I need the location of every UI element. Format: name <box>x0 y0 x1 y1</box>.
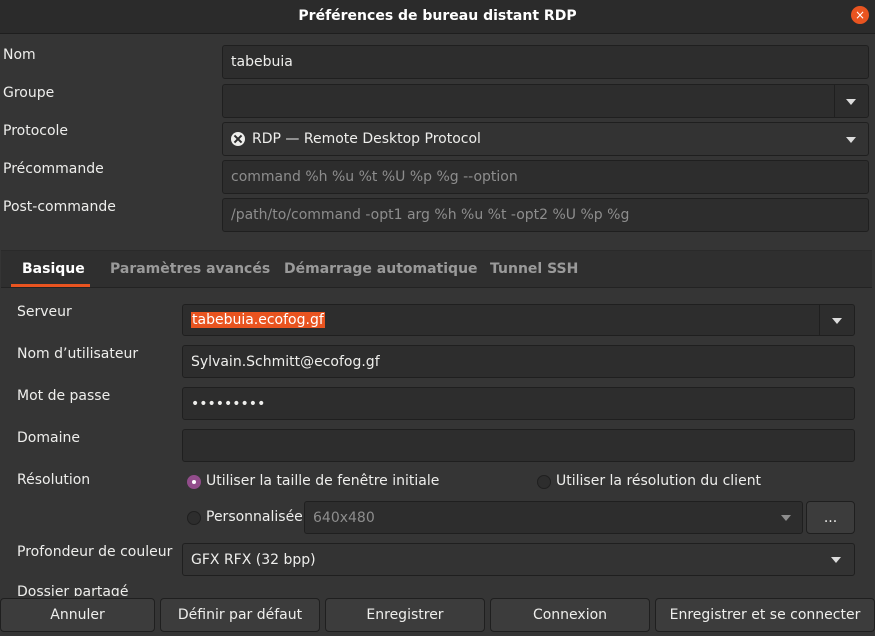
password-input[interactable]: ••••••••• <box>182 387 855 420</box>
shared-folder-label: Dossier partagé <box>17 584 129 596</box>
window-title: Préférences de bureau distant RDP <box>298 8 577 24</box>
resolution-initial-radio[interactable] <box>187 475 201 489</box>
rdp-protocol-icon <box>231 132 245 146</box>
username-input[interactable]: Sylvain.Schmitt@ecofog.gf <box>182 345 855 378</box>
resolution-initial-label[interactable]: Utiliser la taille de fenêtre initiale <box>206 473 439 489</box>
postcommand-placeholder: /path/to/command -opt1 arg %h %u %t -opt… <box>231 207 630 223</box>
chevron-down-icon[interactable] <box>846 137 856 143</box>
server-label: Serveur <box>17 304 72 320</box>
username-label: Nom d’utilisateur <box>17 346 139 362</box>
name-field[interactable]: tabebuia <box>222 45 869 79</box>
resolution-custom-label[interactable]: Personnalisée <box>206 509 303 525</box>
precommand-label: Précommande <box>3 161 104 177</box>
resolution-label: Résolution <box>17 472 91 488</box>
title-bar: Préférences de bureau distant RDP × <box>0 0 875 34</box>
tab-tunnel-ssh[interactable]: Tunnel SSH <box>490 261 578 277</box>
precommand-input[interactable]: command %h %u %t %U %p %g --option <box>222 160 869 194</box>
tab-bar: Basique Paramètres avancés Démarrage aut… <box>1 251 872 288</box>
resolution-client-label[interactable]: Utiliser la résolution du client <box>556 473 761 489</box>
set-default-button[interactable]: Définir par défaut <box>160 598 320 632</box>
tab-parametres-avances[interactable]: Paramètres avancés <box>110 261 270 277</box>
protocol-value: RDP — Remote Desktop Protocol <box>252 131 481 147</box>
save-and-connect-button[interactable]: Enregistrer et se connecter <box>655 598 875 632</box>
color-depth-combo[interactable]: GFX RFX (32 bpp) <box>182 543 855 576</box>
group-label: Groupe <box>3 85 55 101</box>
save-button[interactable]: Enregistrer <box>325 598 485 632</box>
connect-button[interactable]: Connexion <box>490 598 650 632</box>
postcommand-input[interactable]: /path/to/command -opt1 arg %h %u %t -opt… <box>222 198 869 232</box>
username-value: Sylvain.Schmitt@ecofog.gf <box>191 353 380 370</box>
chevron-down-icon[interactable] <box>831 557 841 563</box>
tab-basique[interactable]: Basique <box>22 261 85 277</box>
close-icon[interactable]: × <box>851 6 869 24</box>
name-value: tabebuia <box>231 54 293 70</box>
chevron-down-icon[interactable] <box>781 515 791 521</box>
cancel-button[interactable]: Annuler <box>0 598 155 632</box>
name-label: Nom <box>3 47 36 63</box>
postcommand-label: Post-commande <box>3 199 116 215</box>
group-combo-separator <box>834 85 835 117</box>
server-combo-separator <box>819 305 820 335</box>
protocol-combo[interactable]: RDP — Remote Desktop Protocol <box>222 122 869 156</box>
custom-resolution-combo[interactable]: 640x480 <box>304 501 803 534</box>
color-depth-label: Profondeur de couleur <box>17 544 173 560</box>
chevron-down-icon[interactable] <box>846 99 856 105</box>
precommand-placeholder: command %h %u %t %U %p %g --option <box>231 169 518 185</box>
domain-input[interactable] <box>182 429 855 462</box>
resolution-custom-radio[interactable] <box>187 511 201 525</box>
custom-resolution-value: 640x480 <box>313 509 375 526</box>
password-label: Mot de passe <box>17 388 111 404</box>
password-value: ••••••••• <box>191 395 266 412</box>
resolution-client-radio[interactable] <box>537 475 551 489</box>
server-combo[interactable]: tabebuia.ecofog.gf <box>182 304 855 336</box>
tab-demarrage-automatique[interactable]: Démarrage automatique <box>284 261 478 277</box>
chevron-down-icon[interactable] <box>832 318 842 324</box>
protocol-label: Protocole <box>3 123 69 139</box>
server-value: tabebuia.ecofog.gf <box>191 312 325 328</box>
active-tab-indicator <box>11 284 90 287</box>
color-depth-value: GFX RFX (32 bpp) <box>191 551 316 568</box>
domain-label: Domaine <box>17 430 80 446</box>
custom-resolution-button[interactable]: ... <box>806 501 855 534</box>
group-combo[interactable] <box>222 84 869 118</box>
